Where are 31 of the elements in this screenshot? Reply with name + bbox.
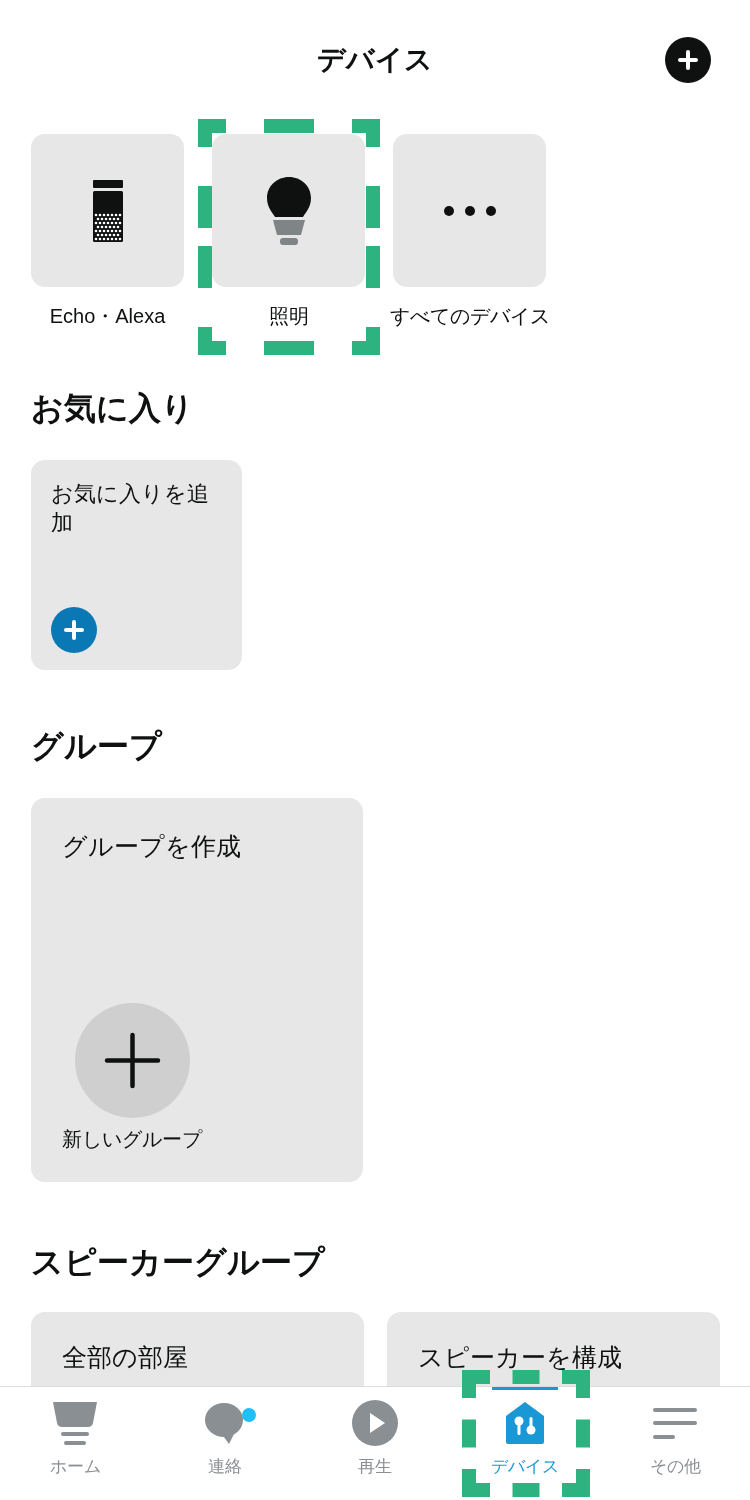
category-label[interactable]: すべてのデバイス — [389, 302, 550, 330]
play-icon — [352, 1400, 398, 1446]
new-group-button[interactable]: 新しいグループ — [62, 1003, 202, 1153]
add-circle-icon — [74, 1003, 190, 1118]
trapezoid-lines-icon — [53, 1401, 97, 1445]
light-bulb-icon — [266, 176, 311, 245]
add-favorite-button[interactable] — [51, 607, 97, 653]
menu-icon — [653, 1407, 697, 1439]
section-heading: お気に入り — [30, 389, 195, 428]
add-button[interactable] — [665, 37, 711, 83]
section-heading: グループ — [30, 727, 164, 766]
card-title: 全部の部屋 — [62, 1344, 189, 1370]
category-tile[interactable] — [31, 134, 184, 287]
selected-indicator — [492, 1387, 558, 1390]
section-heading: スピーカーグループ — [30, 1243, 327, 1282]
card-title: グループを作成 — [62, 831, 241, 862]
house-toggles-icon — [506, 1402, 544, 1444]
plus-icon — [676, 48, 700, 72]
category-label[interactable]: 照明 — [268, 302, 309, 330]
speaker-group-card[interactable]: 全部の部屋 — [31, 1312, 364, 1386]
category-label[interactable]: Echo・Alexa — [49, 302, 166, 330]
card-title: スピーカーを構成 — [418, 1344, 623, 1370]
plus-icon — [62, 618, 86, 642]
card-title: お気に入りを追加 — [51, 480, 210, 537]
more-dots-icon — [443, 205, 496, 216]
header-title: デバイス — [316, 43, 434, 77]
speaker-group-card[interactable]: スピーカーを構成 — [387, 1312, 720, 1386]
category-tile[interactable] — [212, 134, 365, 287]
speaker-icon — [92, 179, 123, 242]
speech-bubble-icon — [205, 1402, 245, 1444]
category-tile[interactable] — [393, 134, 546, 287]
